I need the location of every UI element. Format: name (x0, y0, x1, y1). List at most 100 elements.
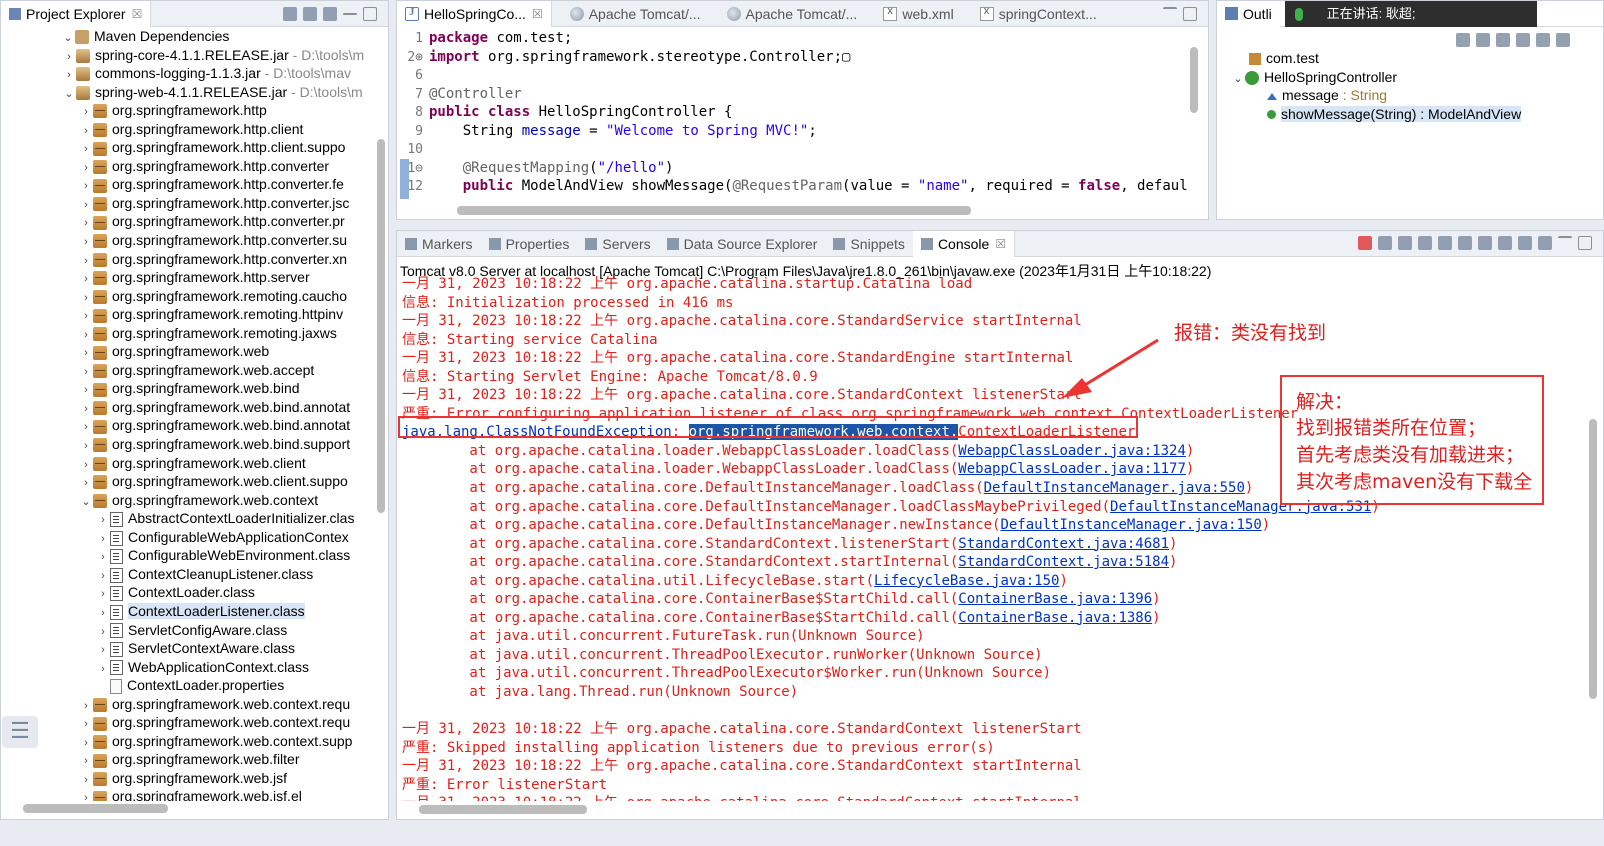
editor-vscroll[interactable] (1188, 27, 1200, 199)
sidebar-toggle-button[interactable]: ☰ (2, 716, 38, 748)
console-hscroll[interactable] (397, 801, 1603, 817)
scroll-lock-icon[interactable] (1438, 236, 1452, 250)
bottom-tab[interactable]: Console ☒ (912, 231, 1016, 257)
collapse-all-icon[interactable] (283, 6, 297, 21)
console-output[interactable]: 一月 31, 2023 10:18:22 上午 org.apache.catal… (402, 275, 1581, 811)
editor-tab[interactable]: HelloSpringCo...☒ (397, 1, 552, 27)
clear-console-icon[interactable] (1418, 236, 1432, 250)
tree-item[interactable]: › AbstractContextLoaderInitializer.clas (1, 509, 370, 528)
editor-hscroll[interactable] (397, 201, 1208, 219)
show-console-icon[interactable] (1478, 236, 1492, 250)
code-editor[interactable]: 1 package com.test; 2⊕ import org.springfra… (397, 27, 1208, 199)
sort-icon[interactable] (1456, 33, 1470, 47)
tree-item[interactable]: › spring-core-4.1.1.RELEASE.jar - D:\tool… (1, 46, 370, 65)
bottom-tab[interactable]: Properties (481, 231, 578, 257)
bottom-tab[interactable]: Data Source Explorer (659, 231, 826, 257)
scroll-thumb[interactable] (419, 805, 587, 814)
close-icon[interactable]: ☒ (532, 7, 543, 21)
console-vscroll[interactable] (1587, 283, 1599, 797)
tree-item[interactable]: ContextLoader.properties (1, 676, 370, 695)
tree-item[interactable]: › org.springframework.web.filter (1, 750, 370, 769)
view-menu-icon[interactable] (323, 6, 337, 21)
tree-item[interactable]: › ContextCleanupListener.class (1, 565, 370, 584)
close-icon[interactable]: ☒ (995, 237, 1006, 251)
word-wrap-icon[interactable] (1458, 236, 1472, 250)
maximize-icon[interactable] (1578, 236, 1592, 250)
scroll-thumb[interactable] (377, 139, 385, 513)
editor-tab[interactable]: springContext... (972, 1, 1105, 27)
tree-item[interactable]: › ConfigurableWebEnvironment.class (1, 546, 370, 565)
hide-static-icon[interactable] (1496, 33, 1510, 47)
minimize-icon[interactable] (1558, 236, 1572, 250)
tab-project-explorer[interactable]: Project Explorer ☒ (1, 1, 152, 27)
minimize-icon[interactable] (343, 12, 357, 15)
hide-fields-icon[interactable] (1476, 33, 1490, 47)
tree-item[interactable]: › org.springframework.http.converter.fe (1, 175, 370, 194)
tree-item[interactable]: › org.springframework.web.accept (1, 361, 370, 380)
tree-item[interactable]: › org.springframework.web.jsf (1, 769, 370, 788)
tree-item[interactable]: › org.springframework.remoting.jaxws (1, 324, 370, 343)
tree-item[interactable]: › org.springframework.web.bind.annotat (1, 398, 370, 417)
scroll-thumb[interactable] (1589, 419, 1597, 699)
tree-item[interactable]: › ContextLoader.class (1, 583, 370, 602)
tree-item[interactable]: › org.springframework.http.client (1, 120, 370, 139)
minimize-icon[interactable] (1163, 6, 1177, 21)
tree-item[interactable]: › org.springframework.web.bind.annotat (1, 416, 370, 435)
tree-item[interactable]: ⌄ org.springframework.web.context (1, 491, 370, 510)
tree-item[interactable]: › org.springframework.web.context.requ (1, 713, 370, 732)
tree-item[interactable]: › ServletConfigAware.class (1, 621, 370, 640)
project-tree-vscroll[interactable] (376, 27, 386, 793)
tab-outline[interactable]: Outli (1217, 1, 1280, 27)
remove-launch-icon[interactable] (1378, 236, 1392, 250)
hide-local-icon[interactable] (1536, 33, 1550, 47)
outline-item[interactable]: showMessage(String) : ModelAndView (1227, 105, 1593, 124)
tree-item[interactable]: › org.springframework.web.bind (1, 379, 370, 398)
maximize-icon[interactable] (363, 6, 377, 21)
bottom-tab[interactable]: Servers (577, 231, 658, 257)
link-editor-icon[interactable] (303, 6, 317, 21)
bottom-tab[interactable]: Markers (397, 231, 481, 257)
editor-tab[interactable]: Apache Tomcat/... (719, 1, 866, 27)
tree-item[interactable]: › WebApplicationContext.class (1, 658, 370, 677)
tree-item[interactable]: ⌄ spring-web-4.1.1.RELEASE.jar - D:\tools… (1, 83, 370, 102)
tree-item[interactable]: › org.springframework.web (1, 342, 370, 361)
scroll-thumb[interactable] (1190, 47, 1198, 113)
link-icon[interactable] (1556, 33, 1570, 47)
outline-item[interactable]: com.test (1227, 49, 1593, 68)
remove-all-icon[interactable] (1398, 236, 1412, 250)
tree-item[interactable]: › org.springframework.web.client (1, 454, 370, 473)
tree-item[interactable]: › org.springframework.http.server (1, 268, 370, 287)
tree-item[interactable]: › org.springframework.http.converter.pr (1, 212, 370, 231)
tree-item[interactable]: › commons-logging-1.1.3.jar - D:\tools\ma… (1, 64, 370, 83)
close-icon[interactable]: ☒ (132, 7, 143, 21)
tree-item[interactable]: › org.springframework.http.converter (1, 157, 370, 176)
tree-item[interactable]: › org.springframework.remoting.httpinv (1, 305, 370, 324)
bottom-tab[interactable]: Snippets (825, 231, 912, 257)
hide-nonpublic-icon[interactable] (1516, 33, 1530, 47)
tree-item[interactable]: › ServletContextAware.class (1, 639, 370, 658)
tree-item[interactable]: › ConfigurableWebApplicationContex (1, 528, 370, 547)
open-console-icon[interactable] (1538, 236, 1552, 250)
maximize-icon[interactable] (1183, 6, 1197, 21)
editor-tab[interactable]: Apache Tomcat/... (562, 1, 709, 27)
tree-item[interactable]: ⌄ Maven Dependencies (1, 27, 370, 46)
tree-item[interactable]: › org.springframework.http.converter.xn (1, 250, 370, 269)
tree-item[interactable]: › org.springframework.web.client.suppo (1, 472, 370, 491)
tree-item[interactable]: › org.springframework.web.context.requ (1, 695, 370, 714)
tree-item[interactable]: › org.springframework.web.bind.support (1, 435, 370, 454)
outline-item[interactable]: message : String (1227, 86, 1593, 105)
outline-item[interactable]: ⌄ HelloSpringController (1227, 68, 1593, 87)
tree-item[interactable]: › ContextLoaderListener.class (1, 602, 370, 621)
project-tree-hscroll[interactable] (1, 801, 388, 815)
pin-console-icon[interactable] (1498, 236, 1512, 250)
tree-item[interactable]: › org.springframework.http.converter.jsc (1, 194, 370, 213)
scroll-thumb[interactable] (457, 206, 971, 215)
editor-tab[interactable]: web.xml (875, 1, 961, 27)
tree-item[interactable]: › org.springframework.http.converter.su (1, 231, 370, 250)
terminate-icon[interactable] (1358, 236, 1372, 250)
tree-item[interactable]: › org.springframework.remoting.caucho (1, 287, 370, 306)
tree-item[interactable]: › org.springframework.http (1, 101, 370, 120)
tree-item[interactable]: › org.springframework.web.context.supp (1, 732, 370, 751)
display-console-icon[interactable] (1518, 236, 1532, 250)
tree-item[interactable]: › org.springframework.http.client.suppo (1, 138, 370, 157)
